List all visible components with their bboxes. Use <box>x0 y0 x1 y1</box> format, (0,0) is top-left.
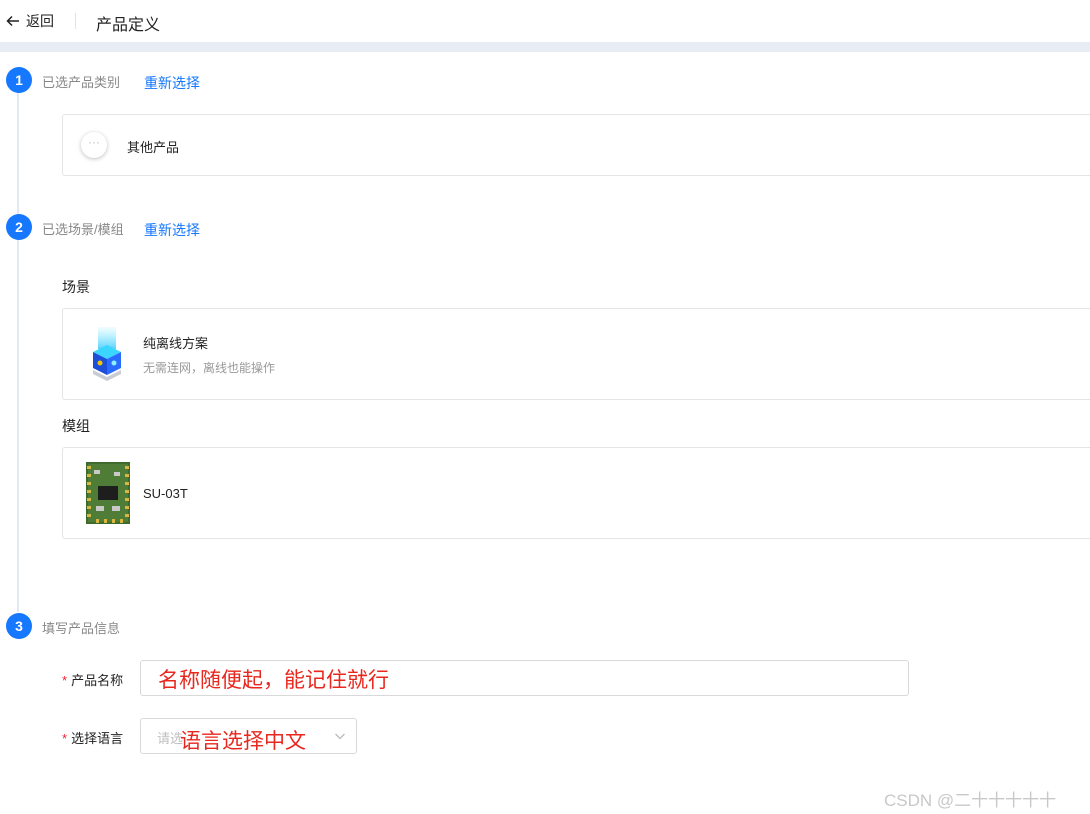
step-2-label: 已选场景/模组 <box>42 222 124 237</box>
step-3-badge: 3 <box>6 613 32 639</box>
header-band <box>0 42 1090 52</box>
category-card: ··· 其他产品 <box>62 114 1090 176</box>
reselect-scene-link[interactable]: 重新选择 <box>144 220 200 240</box>
product-name-label-text: 产品名称 <box>71 673 124 688</box>
back-label: 返回 <box>26 13 54 29</box>
step-3-label: 填写产品信息 <box>42 621 121 636</box>
offline-cube-icon <box>93 327 121 381</box>
required-mark: * <box>62 673 68 688</box>
ellipsis-circle-icon: ··· <box>81 132 107 158</box>
chevron-down-icon <box>335 733 345 740</box>
scene-name: 纯离线方案 <box>143 336 209 351</box>
product-name-label: * 产品名称 <box>62 670 123 689</box>
page-title: 产品定义 <box>96 17 161 34</box>
step-1-label: 已选产品类别 <box>42 75 121 90</box>
module-section-title: 模组 <box>62 418 90 434</box>
header-divider <box>75 13 76 29</box>
language-label-text: 选择语言 <box>71 731 124 746</box>
watermark: CSDN @二十十十十十 <box>884 791 1057 810</box>
scene-description: 无需连网，离线也能操作 <box>143 361 276 375</box>
language-label: * 选择语言 <box>62 728 123 747</box>
module-board-image <box>86 462 130 524</box>
back-button[interactable]: 返回 <box>6 11 54 31</box>
scene-section-title: 场景 <box>62 279 90 295</box>
scene-card: 纯离线方案 无需连网，离线也能操作 <box>62 308 1090 400</box>
steps-rail <box>17 92 19 612</box>
top-bar: 返回 产品定义 <box>0 0 1090 42</box>
arrow-left-icon <box>6 15 19 27</box>
module-name: SU-03T <box>143 486 188 501</box>
name-annotation: 名称随便起，能记住就行 <box>158 669 389 692</box>
category-name: 其他产品 <box>127 140 180 155</box>
reselect-category-link[interactable]: 重新选择 <box>144 73 200 93</box>
language-annotation: 语言选择中文 <box>180 730 306 753</box>
step-2-badge: 2 <box>6 214 32 240</box>
required-mark: * <box>62 731 68 746</box>
module-card: SU-03T <box>62 447 1090 539</box>
step-1-badge: 1 <box>6 67 32 93</box>
